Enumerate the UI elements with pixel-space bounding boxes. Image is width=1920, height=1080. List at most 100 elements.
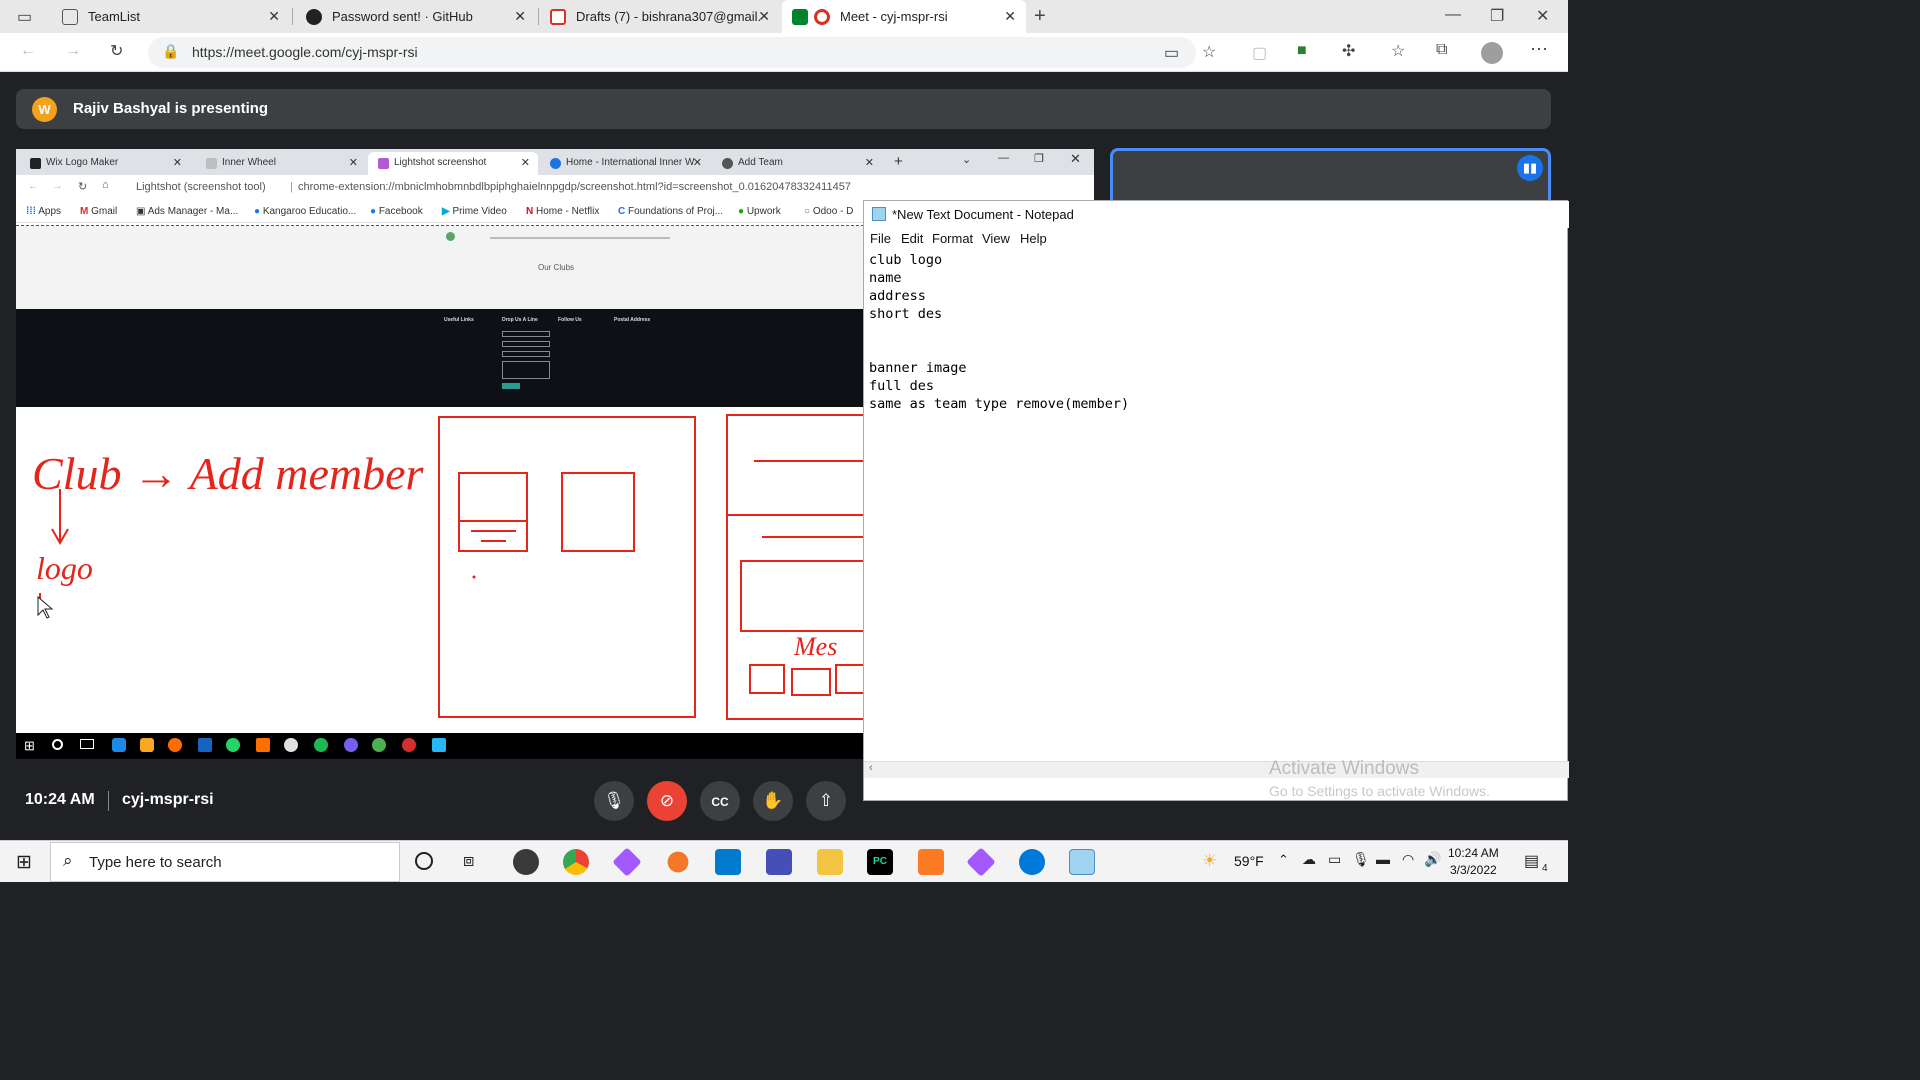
cortana-icon[interactable] [415, 852, 433, 870]
teams-icon[interactable] [766, 849, 792, 875]
edge-tab-meet[interactable]: Meet - cyj-mspr-rsi ✕ [782, 0, 1026, 33]
collections-icon[interactable]: ⧉ [1436, 41, 1447, 59]
menu-file[interactable]: File [870, 231, 891, 246]
whiteboard-logo-label: logo [36, 550, 93, 586]
menu-view[interactable]: View [982, 231, 1010, 246]
camera-off-icon: ⊘ [659, 791, 675, 810]
present-icon: ⇧ [818, 791, 834, 810]
notepad-title: *New Text Document - Notepad [892, 207, 1074, 222]
raise-hand-button[interactable]: ✋ [753, 781, 793, 821]
edge-tab-gmail[interactable]: Drafts (7) - bishrana307@gmail.c ✕ [540, 0, 780, 33]
presenter-label: Rajiv Bashyal is presenting [73, 100, 269, 117]
obs-icon[interactable] [513, 849, 539, 875]
minimize-icon[interactable]: — [1445, 6, 1461, 24]
microphone-tray-icon[interactable]: 🎙 [1352, 851, 1370, 868]
favorites-icon[interactable]: ☆ [1391, 41, 1405, 61]
github-icon [306, 8, 322, 25]
text-line: address [869, 288, 926, 304]
meeting-code: cyj-mspr-rsi [122, 791, 214, 808]
taskbar-clock[interactable]: 10:24 AM 3/3/2022 [1448, 845, 1499, 879]
vscode-icon[interactable] [715, 849, 741, 875]
tab-title: TeamList [88, 9, 141, 24]
notepad-text-area[interactable]: club logo name address short des banner … [869, 251, 1129, 413]
whiteboard-title: Club → Add member [32, 448, 425, 499]
text-line [869, 341, 1129, 359]
wifi-icon[interactable]: ◠ [1402, 851, 1414, 868]
close-window-icon[interactable]: ✕ [1536, 6, 1549, 26]
text-line: name [869, 270, 902, 286]
speaking-indicator-icon: ▮▮ [1517, 155, 1543, 181]
extension-icon[interactable]: ■ [1297, 42, 1307, 60]
edge-tab-github[interactable]: Password sent! · GitHub ✕ [296, 0, 536, 33]
new-tab-icon[interactable]: + [1034, 5, 1046, 28]
weather-icon: ☀ [1202, 851, 1218, 870]
close-icon[interactable]: ✕ [1004, 8, 1016, 25]
app-icon[interactable] [612, 847, 642, 877]
captions-button[interactable]: CC [700, 781, 740, 821]
shared-tab: Inner Wheel ✕ [196, 152, 366, 175]
taskbar-search-box[interactable]: ⌕ Type here to search [50, 842, 400, 882]
horizontal-scrollbar[interactable]: ‹ [864, 761, 1569, 778]
shared-address-prefix: Lightshot (screenshot tool) [136, 181, 266, 193]
camera-off-button[interactable]: ⊘ [647, 781, 687, 821]
text-line: club logo [869, 252, 943, 268]
jupyter-icon[interactable] [667, 851, 689, 873]
chrome-icon[interactable] [563, 849, 589, 875]
weather-temp[interactable]: 59°F [1234, 853, 1264, 869]
notepad-taskbar-icon[interactable] [1069, 849, 1095, 875]
notepad-menu-bar: File Edit Format View Help [864, 228, 1569, 250]
extension-icon[interactable]: ▢ [1252, 43, 1267, 63]
volume-icon[interactable]: 🔊 [1424, 851, 1441, 868]
shared-address-bar: ← → ↻ ⌂ Lightshot (screenshot tool) | ch… [16, 175, 1094, 201]
cloud-icon[interactable]: ☁ [1302, 851, 1316, 868]
url-field[interactable]: 🔒 https://meet.google.com/cyj-mspr-rsi ▭… [148, 37, 1216, 68]
microphone-button[interactable]: 🎙 [594, 781, 634, 821]
notepad-icon [872, 207, 886, 221]
back-icon[interactable]: ← [20, 42, 36, 60]
present-button[interactable]: ⇧ [806, 781, 846, 821]
edge-address-bar: ← → ↻ 🔒 https://meet.google.com/cyj-mspr… [0, 33, 1568, 72]
menu-help[interactable]: Help [1020, 231, 1047, 246]
edge-icon[interactable] [1019, 849, 1045, 875]
text-line: same as team type remove(member) [869, 396, 1130, 412]
profile-avatar[interactable] [1481, 42, 1503, 64]
app-icon[interactable] [966, 847, 996, 877]
notifications-icon[interactable]: ▤ [1524, 851, 1539, 871]
meeting-time: 10:24 AM [25, 791, 95, 808]
meet-tray-icon[interactable]: ▭ [1328, 851, 1341, 868]
text-line: full des [869, 378, 935, 394]
battery-icon[interactable]: ▬ [1376, 851, 1390, 867]
puzzle-icon[interactable]: ✣ [1342, 41, 1355, 61]
favorite-add-icon[interactable]: ☆ [1202, 42, 1216, 62]
close-icon[interactable]: ✕ [514, 8, 526, 25]
tab-title: Meet - cyj-mspr-rsi [840, 9, 948, 24]
close-icon[interactable]: ✕ [758, 8, 770, 25]
xampp-icon[interactable] [918, 849, 944, 875]
lock-icon: 🔒 [162, 43, 180, 59]
tab-actions-icon[interactable]: ▭ [17, 7, 32, 27]
task-view-icon[interactable]: ⧈ [463, 850, 474, 871]
screen: ▭ TeamList ✕ Password sent! · GitHub ✕ D… [0, 0, 1569, 882]
restore-icon[interactable]: ❐ [1490, 6, 1504, 26]
windows-start-icon[interactable]: ⊞ [16, 851, 32, 874]
meet-icon [792, 8, 808, 25]
pycharm-icon[interactable]: PC [867, 849, 893, 875]
camera-icon[interactable]: ▭ [1164, 43, 1179, 63]
menu-edit[interactable]: Edit [901, 231, 923, 246]
scroll-left-icon[interactable]: ‹ [869, 762, 873, 774]
search-icon: ⌕ [63, 851, 73, 870]
search-placeholder: Type here to search [89, 854, 222, 871]
chevron-up-icon[interactable]: ⌃ [1278, 852, 1289, 868]
activation-watermark-text: Go to Settings to activate Windows. [1269, 783, 1490, 799]
menu-format[interactable]: Format [932, 231, 973, 246]
file-explorer-icon[interactable] [817, 849, 843, 875]
shared-tab: Lightshot screenshot ✕ [368, 152, 538, 175]
forward-icon[interactable]: → [65, 42, 81, 60]
windows-taskbar: ⊞ ⌕ Type here to search ⧈ PC ☀ 59°F ⌃ ☁ … [0, 840, 1568, 882]
more-icon[interactable]: ⋯ [1530, 39, 1548, 60]
edge-tab-teamlist[interactable]: TeamList ✕ [52, 0, 290, 33]
close-icon[interactable]: ✕ [268, 8, 280, 25]
self-video-tile: ▮▮ [1110, 148, 1551, 208]
activation-watermark-title: Activate Windows [1269, 758, 1419, 779]
refresh-icon[interactable]: ↻ [110, 41, 123, 61]
